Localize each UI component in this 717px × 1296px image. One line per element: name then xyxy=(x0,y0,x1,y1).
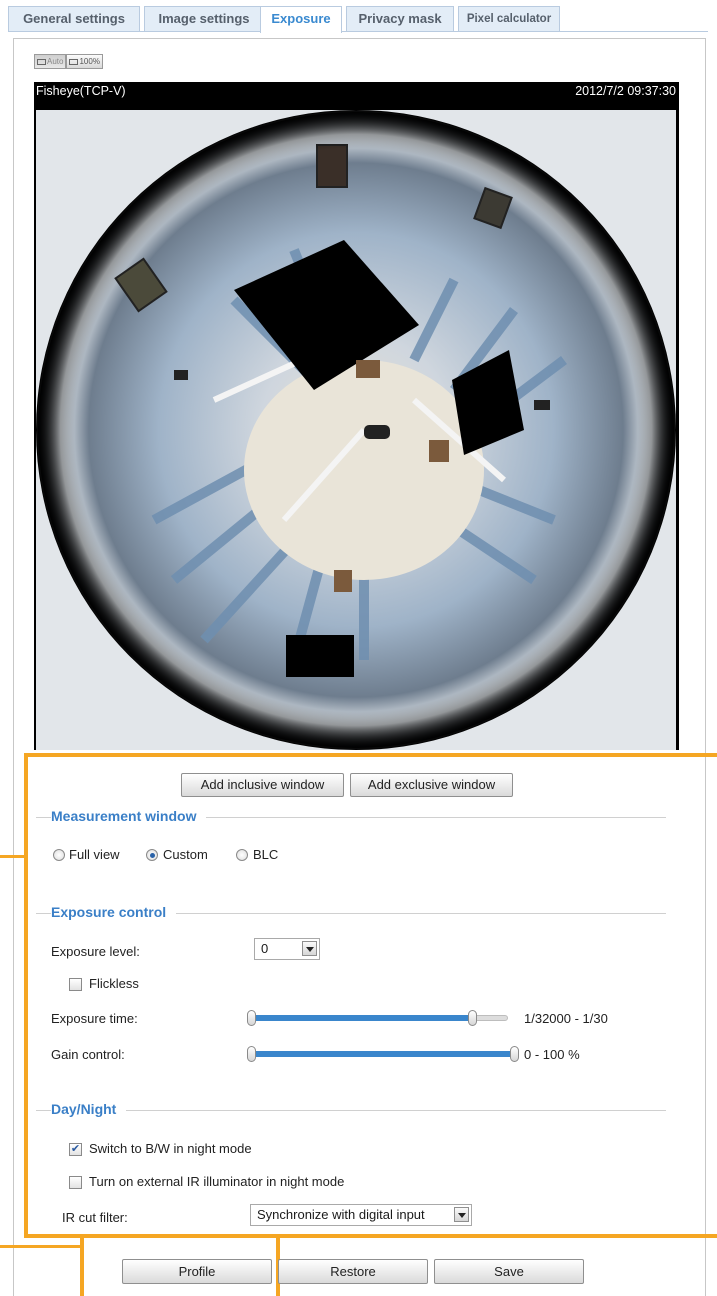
callout-left-edge xyxy=(24,753,28,1237)
bw-night-mode-checkbox[interactable]: ✔ xyxy=(69,1143,82,1156)
tab-image-settings[interactable]: Image settings xyxy=(144,6,264,32)
video-timestamp: 2012/7/2 09:37:30 xyxy=(575,84,676,98)
fisheye-image xyxy=(36,110,676,750)
exposure-level-value: 0 xyxy=(261,941,269,956)
ir-cut-filter-value: Synchronize with digital input xyxy=(257,1207,425,1222)
screen-icon xyxy=(69,58,79,65)
exposure-level-label: Exposure level: xyxy=(51,944,140,959)
measurement-window-title: Measurement window xyxy=(51,808,207,824)
gain-control-max-handle[interactable] xyxy=(510,1046,519,1062)
tab-divider xyxy=(8,31,708,32)
flickless-checkbox[interactable] xyxy=(69,978,82,991)
view-100-button[interactable]: 100% xyxy=(66,54,103,69)
gain-control-min-handle[interactable] xyxy=(247,1046,256,1062)
screen-icon xyxy=(37,58,46,65)
ir-cut-filter-label: IR cut filter: xyxy=(62,1210,128,1225)
restore-button[interactable]: Restore xyxy=(278,1259,428,1284)
live-video-view[interactable] xyxy=(34,100,679,750)
tab-general-settings[interactable]: General settings xyxy=(8,6,140,32)
chevron-down-icon xyxy=(302,941,317,956)
flickless-label: Flickless xyxy=(89,976,139,991)
radio-blc[interactable] xyxy=(236,849,248,861)
callout-pointer-footer xyxy=(0,1245,84,1248)
radio-blc-label: BLC xyxy=(253,847,279,862)
save-button[interactable]: Save xyxy=(434,1259,584,1284)
gain-control-fill xyxy=(252,1051,514,1057)
callout-top-edge xyxy=(24,753,717,757)
add-exclusive-window-button[interactable]: Add exclusive window xyxy=(350,773,513,797)
view-auto-label: Auto xyxy=(47,56,64,66)
stream-name: Fisheye(TCP-V) xyxy=(36,84,126,98)
radio-full-view[interactable] xyxy=(53,849,65,861)
exposure-time-fill xyxy=(252,1015,472,1021)
tab-pixel-calculator[interactable]: Pixel calculator xyxy=(458,6,560,32)
radio-custom-label: Custom xyxy=(163,847,208,862)
exposure-time-label: Exposure time: xyxy=(51,1011,138,1026)
chevron-down-icon xyxy=(454,1207,469,1222)
day-night-divider xyxy=(36,1110,666,1111)
callout-pointer-left xyxy=(0,855,26,858)
gain-control-range: 0 - 100 % xyxy=(524,1047,580,1062)
exposure-time-min-handle[interactable] xyxy=(247,1010,256,1026)
day-night-title: Day/Night xyxy=(51,1101,127,1117)
exposure-time-range: 1/32000 - 1/30 xyxy=(524,1011,608,1026)
tab-privacy-mask[interactable]: Privacy mask xyxy=(346,6,454,32)
tab-exposure[interactable]: Exposure xyxy=(260,6,342,33)
profile-button[interactable]: Profile xyxy=(122,1259,272,1284)
exposure-level-select[interactable]: 0 xyxy=(254,938,320,960)
add-inclusive-window-button[interactable]: Add inclusive window xyxy=(181,773,344,797)
radio-custom[interactable] xyxy=(146,849,158,861)
exposure-time-max-handle[interactable] xyxy=(468,1010,477,1026)
radio-full-view-label: Full view xyxy=(69,847,120,862)
exposure-control-title: Exposure control xyxy=(51,904,177,920)
ir-illuminator-checkbox[interactable] xyxy=(69,1176,82,1189)
callout-footer-left xyxy=(80,1236,84,1296)
view-100-label: 100% xyxy=(79,56,100,66)
view-auto-button[interactable]: Auto xyxy=(34,54,67,69)
callout-bottom-edge xyxy=(24,1234,717,1238)
ir-illuminator-label: Turn on external IR illuminator in night… xyxy=(89,1174,345,1189)
view-size-controls: Auto 100% xyxy=(34,54,103,70)
gain-control-label: Gain control: xyxy=(51,1047,125,1062)
video-title-bar: Fisheye(TCP-V) 2012/7/2 09:37:30 xyxy=(34,82,679,100)
bw-night-mode-label: Switch to B/W in night mode xyxy=(89,1141,252,1156)
ir-cut-filter-select[interactable]: Synchronize with digital input xyxy=(250,1204,472,1226)
